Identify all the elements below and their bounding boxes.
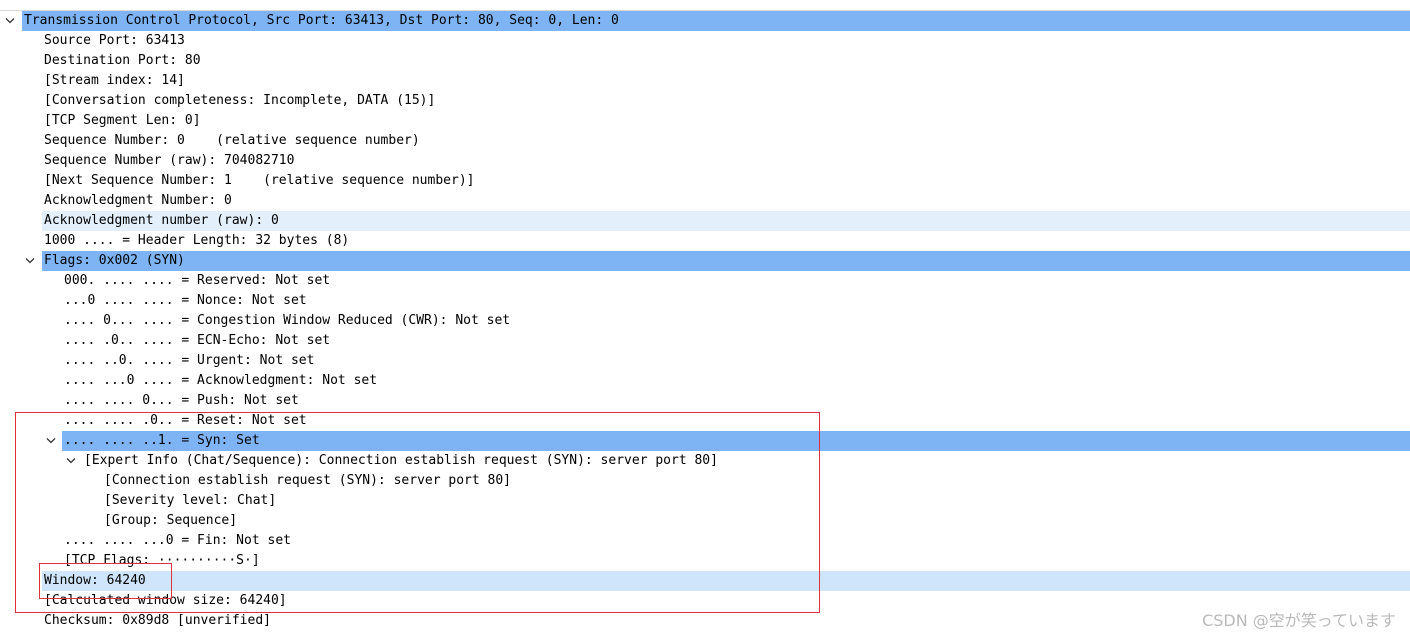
- row-text: [TCP Segment Len: 0]: [44, 113, 201, 128]
- row-text: [TCP Flags: ··········S·]: [64, 553, 260, 568]
- tree-row-window[interactable]: Window: 64240: [0, 571, 1410, 591]
- tree-row-checksum[interactable]: Checksum: 0x89d8 [unverified]: [0, 611, 1410, 631]
- row-text: Sequence Number: 0 (relative sequence nu…: [44, 133, 420, 148]
- row-text: [Next Sequence Number: 1 (relative seque…: [44, 173, 475, 188]
- row-text: ...0 .... .... = Nonce: Not set: [64, 293, 307, 308]
- chevron-down-icon[interactable]: [46, 431, 58, 451]
- row-text: .... ...0 .... = Acknowledgment: Not set: [64, 373, 378, 388]
- tree-row-flag-reserved[interactable]: 000. .... .... = Reserved: Not set: [0, 271, 1410, 291]
- tree-row-sequence-raw[interactable]: Sequence Number (raw): 704082710: [0, 151, 1410, 171]
- row-text: 1000 .... = Header Length: 32 bytes (8): [44, 233, 350, 248]
- tree-row-ack-number[interactable]: Acknowledgment Number: 0: [0, 191, 1410, 211]
- row-text: .... .0.. .... = ECN-Echo: Not set: [64, 333, 331, 348]
- row-text: Sequence Number (raw): 704082710: [44, 153, 295, 168]
- row-text: [Severity level: Chat]: [104, 493, 277, 508]
- row-text: .... .... 0... = Push: Not set: [64, 393, 299, 408]
- tree-row-segment-len[interactable]: [TCP Segment Len: 0]: [0, 111, 1410, 131]
- chevron-down-icon[interactable]: [66, 451, 78, 471]
- tree-row-tcp[interactable]: Transmission Control Protocol, Src Port:…: [0, 11, 1410, 31]
- tree-row-source-port[interactable]: Source Port: 63413: [0, 31, 1410, 51]
- tree-row-flag-syn[interactable]: .... .... ..1. = Syn: Set: [0, 431, 1410, 451]
- row-text: [Group: Sequence]: [104, 513, 238, 528]
- row-text: Window: 64240: [44, 573, 146, 588]
- tree-row-group[interactable]: [Group: Sequence]: [0, 511, 1410, 531]
- row-text: [Expert Info (Chat/Sequence): Connection…: [84, 453, 718, 468]
- row-text: [Conversation completeness: Incomplete, …: [44, 93, 436, 108]
- row-text: .... .... .0.. = Reset: Not set: [64, 413, 307, 428]
- row-text: 000. .... .... = Reserved: Not set: [64, 273, 331, 288]
- row-highlight: [62, 431, 1410, 451]
- row-highlight: [42, 571, 1410, 591]
- tree-row-flag-ack[interactable]: .... ...0 .... = Acknowledgment: Not set: [0, 371, 1410, 391]
- tree-row-flags[interactable]: Flags: 0x002 (SYN): [0, 251, 1410, 271]
- tree-row-ack-raw[interactable]: Acknowledgment number (raw): 0: [0, 211, 1410, 231]
- row-text: [Stream index: 14]: [44, 73, 185, 88]
- row-text: .... 0... .... = Congestion Window Reduc…: [64, 313, 511, 328]
- tree-row-sequence-number[interactable]: Sequence Number: 0 (relative sequence nu…: [0, 131, 1410, 151]
- row-text: Source Port: 63413: [44, 33, 185, 48]
- tree-row-flag-nonce[interactable]: ...0 .... .... = Nonce: Not set: [0, 291, 1410, 311]
- tree-row-flag-ecn[interactable]: .... .0.. .... = ECN-Echo: Not set: [0, 331, 1410, 351]
- row-text: .... .... ..1. = Syn: Set: [64, 433, 260, 448]
- tree-row-next-sequence[interactable]: [Next Sequence Number: 1 (relative seque…: [0, 171, 1410, 191]
- tree-row-flag-push[interactable]: .... .... 0... = Push: Not set: [0, 391, 1410, 411]
- row-text: Destination Port: 80: [44, 53, 201, 68]
- tree-row-flag-reset[interactable]: .... .... .0.. = Reset: Not set: [0, 411, 1410, 431]
- tree-row-destination-port[interactable]: Destination Port: 80: [0, 51, 1410, 71]
- row-text: Checksum: 0x89d8 [unverified]: [44, 613, 271, 628]
- tree-row-expert-info[interactable]: [Expert Info (Chat/Sequence): Connection…: [0, 451, 1410, 471]
- row-text: [Connection establish request (SYN): ser…: [104, 473, 511, 488]
- tree-row-flag-fin[interactable]: .... .... ...0 = Fin: Not set: [0, 531, 1410, 551]
- row-text: .... .... ...0 = Fin: Not set: [64, 533, 291, 548]
- tree-row-tcp-flags[interactable]: [TCP Flags: ··········S·]: [0, 551, 1410, 571]
- row-text: [Calculated window size: 64240]: [44, 593, 287, 608]
- chevron-down-icon[interactable]: [25, 251, 37, 271]
- packet-details-tree: Transmission Control Protocol, Src Port:…: [0, 10, 1410, 631]
- row-text: Transmission Control Protocol, Src Port:…: [24, 13, 619, 28]
- tree-row-stream-index[interactable]: [Stream index: 14]: [0, 71, 1410, 91]
- watermark: CSDN @空が笑っています: [1202, 611, 1396, 630]
- row-text: Acknowledgment Number: 0: [44, 193, 232, 208]
- tree-row-expert-message[interactable]: [Connection establish request (SYN): ser…: [0, 471, 1410, 491]
- tree-row-flag-urgent[interactable]: .... ..0. .... = Urgent: Not set: [0, 351, 1410, 371]
- row-text: Flags: 0x002 (SYN): [44, 253, 185, 268]
- tree-row-header-length[interactable]: 1000 .... = Header Length: 32 bytes (8): [0, 231, 1410, 251]
- tree-row-conversation[interactable]: [Conversation completeness: Incomplete, …: [0, 91, 1410, 111]
- tree-row-severity[interactable]: [Severity level: Chat]: [0, 491, 1410, 511]
- tree-row-flag-cwr[interactable]: .... 0... .... = Congestion Window Reduc…: [0, 311, 1410, 331]
- row-highlight: [42, 251, 1410, 271]
- row-text: .... ..0. .... = Urgent: Not set: [64, 353, 315, 368]
- row-text: Acknowledgment number (raw): 0: [44, 213, 279, 228]
- chevron-down-icon[interactable]: [5, 11, 17, 31]
- tree-row-calculated-window[interactable]: [Calculated window size: 64240]: [0, 591, 1410, 611]
